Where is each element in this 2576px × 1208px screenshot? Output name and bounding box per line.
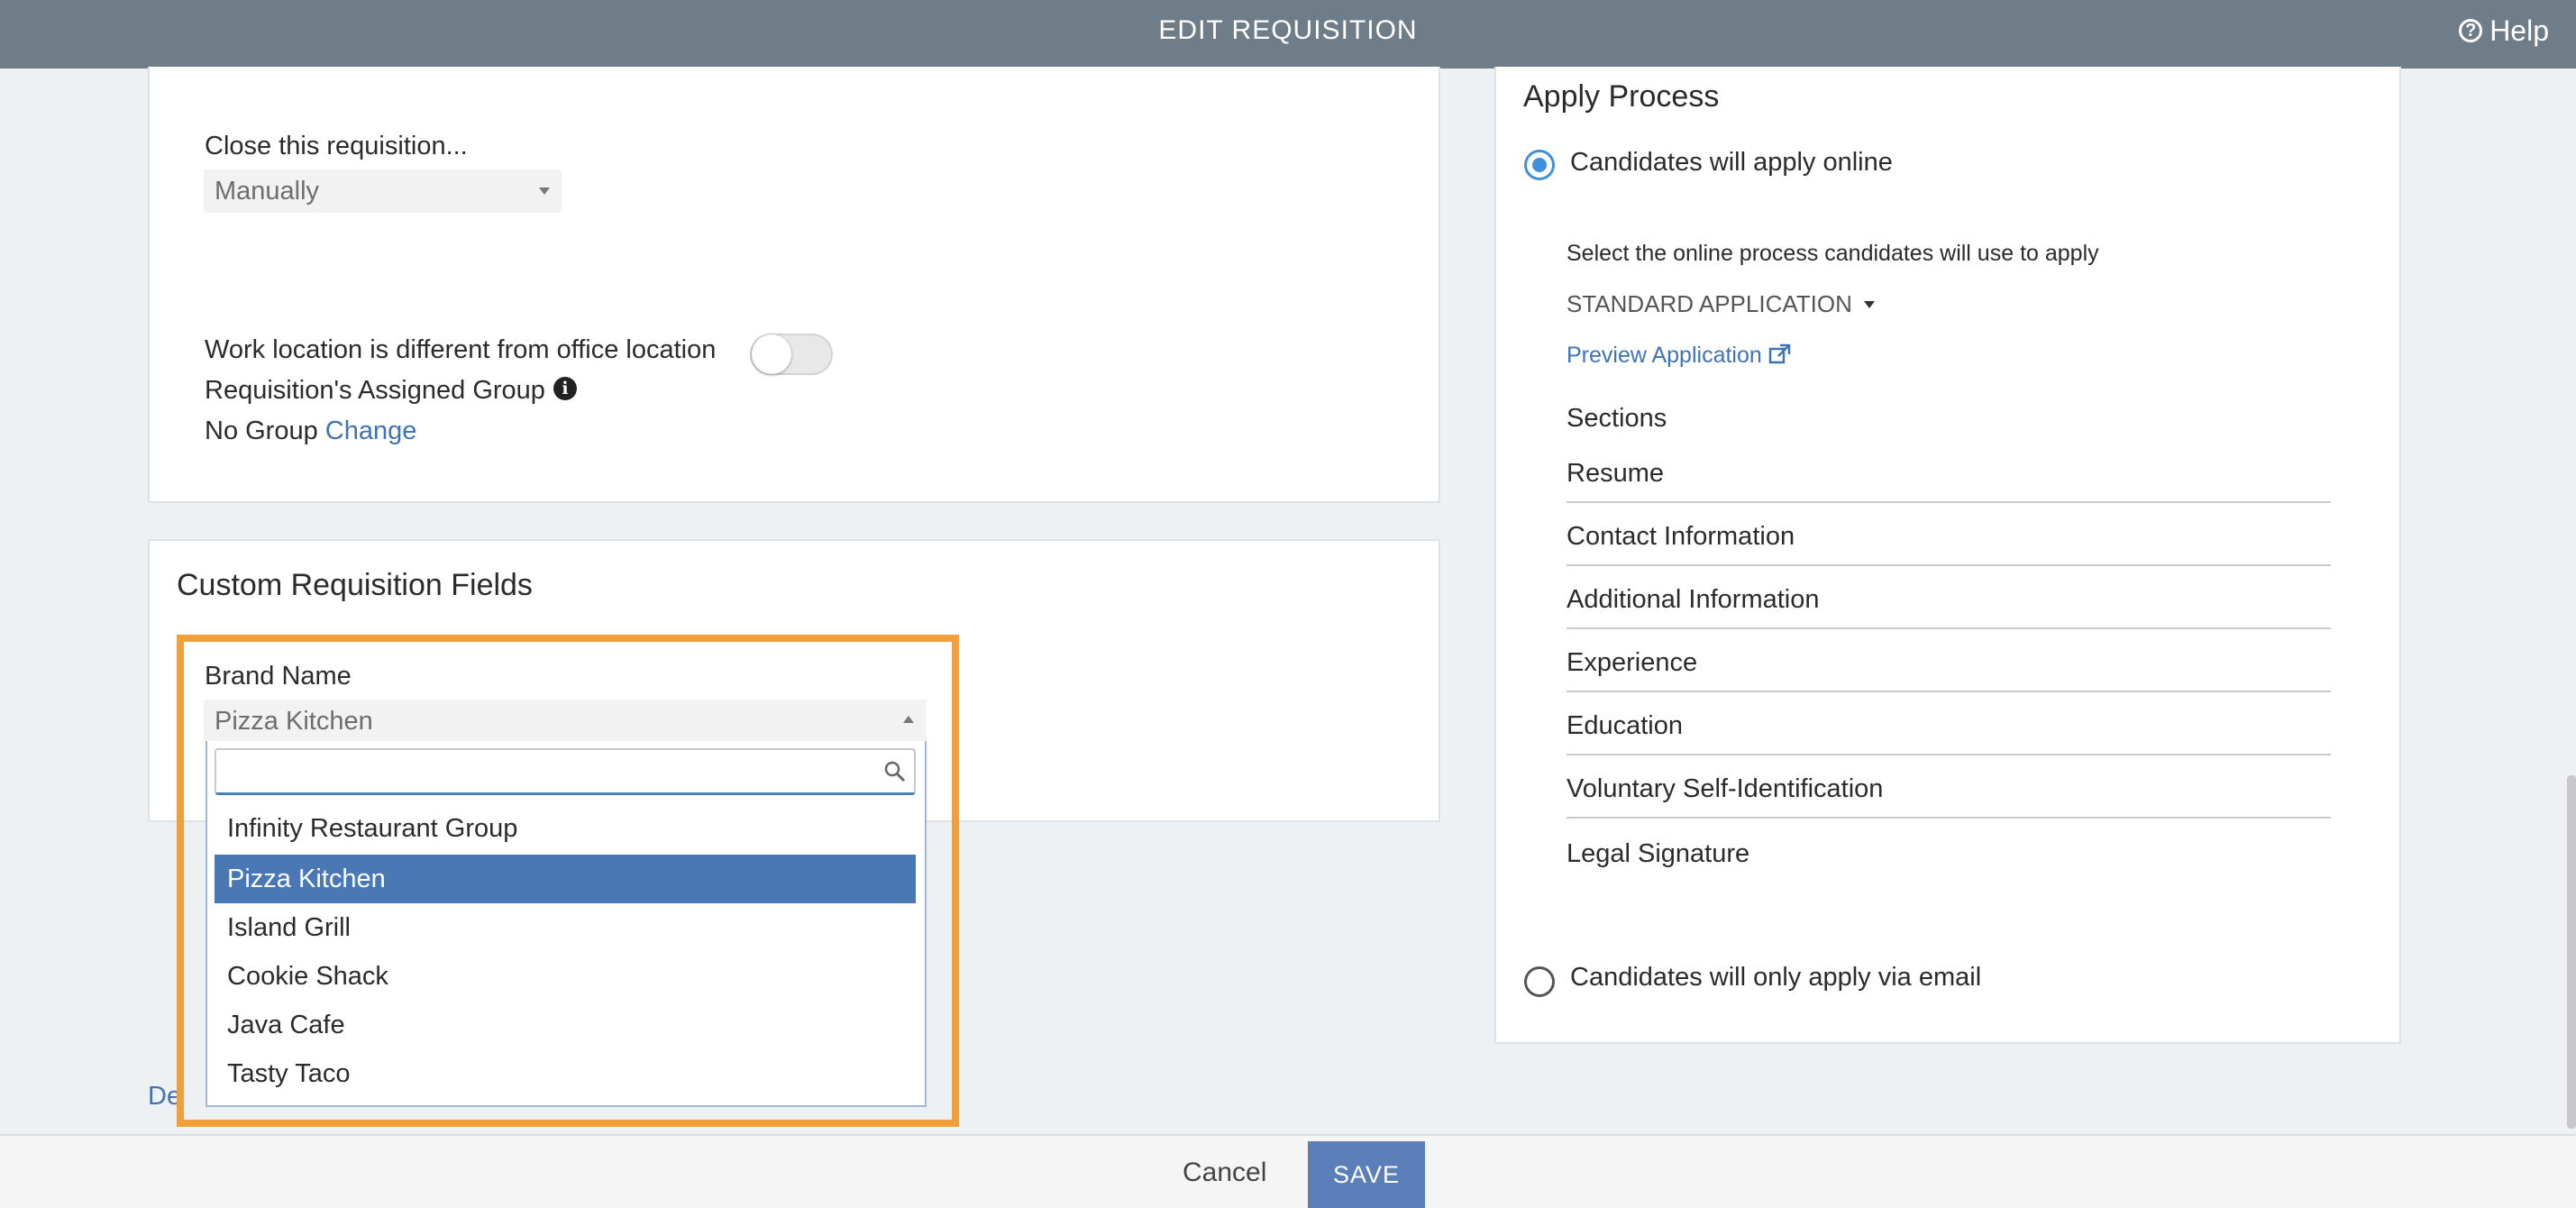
- section-name: Experience: [1567, 648, 1698, 677]
- brand-option-selected[interactable]: Pizza Kitchen: [215, 855, 916, 903]
- brand-name-select[interactable]: Pizza Kitchen: [204, 700, 927, 743]
- brand-option[interactable]: Tasty Taco: [215, 1049, 916, 1098]
- brand-option[interactable]: Java Cafe: [215, 1001, 916, 1049]
- apply-process-title: Apply Process: [1523, 79, 1720, 114]
- brand-search-input[interactable]: [215, 748, 916, 795]
- brand-name-dropdown: Infinity Restaurant Group Pizza Kitchen …: [206, 741, 927, 1107]
- section-name: Voluntary Self-Identification: [1567, 774, 1884, 803]
- process-select[interactable]: STANDARD APPLICATION: [1567, 290, 1876, 318]
- group-value: No Group: [205, 416, 318, 445]
- question-circle-icon: ?: [2459, 19, 2483, 42]
- brand-option[interactable]: Infinity Restaurant Group: [215, 804, 916, 853]
- sections-title: Sections: [1567, 404, 1667, 433]
- section-name: Education: [1567, 711, 1683, 740]
- page-title: EDIT REQUISITION: [1158, 15, 1418, 45]
- preview-application-label: Preview Application: [1567, 343, 1762, 368]
- section-row: Legal Signature: [1567, 819, 2331, 882]
- section-name: Contact Information: [1567, 522, 1795, 551]
- close-requisition-value: Manually: [215, 176, 320, 206]
- custom-fields-title: Custom Requisition Fields: [177, 568, 533, 602]
- process-value: STANDARD APPLICATION: [1567, 290, 1852, 317]
- section-name: Resume: [1567, 459, 1664, 488]
- apply-email-radio[interactable]: [1524, 966, 1555, 997]
- close-requisition-label: Close this requisition...: [205, 132, 468, 160]
- delete-requisition-link[interactable]: De: [148, 1082, 181, 1112]
- external-link-icon: [1768, 343, 1790, 364]
- info-icon[interactable]: i: [553, 377, 577, 400]
- caret-down-icon: [1864, 301, 1876, 308]
- search-icon: [884, 761, 906, 782]
- top-bar: EDIT REQUISITION ? Help: [0, 0, 2576, 69]
- section-row: Experience: [1567, 629, 2331, 692]
- toggle-knob: [752, 334, 791, 374]
- preview-application-link[interactable]: Preview Application: [1567, 343, 1792, 369]
- group-value-row: No Group Change: [205, 416, 416, 446]
- brand-option[interactable]: Island Grill: [215, 903, 916, 952]
- section-name: Additional Information: [1567, 585, 1820, 614]
- apply-online-radio[interactable]: [1524, 150, 1555, 180]
- close-requisition-select[interactable]: Manually: [204, 169, 562, 213]
- apply-email-label: Candidates will only apply via email: [1570, 963, 1982, 992]
- section-row: Education: [1567, 692, 2331, 755]
- footer-bar: [0, 1134, 2576, 1208]
- save-button[interactable]: SAVE: [1308, 1141, 1425, 1208]
- apply-online-label: Candidates will apply online: [1570, 148, 1893, 177]
- select-process-label: Select the online process candidates wil…: [1567, 241, 2099, 266]
- section-row: Resume: [1567, 440, 2331, 503]
- section-name: Legal Signature: [1567, 839, 1750, 868]
- section-row: Contact Information: [1567, 503, 2331, 566]
- work-location-toggle[interactable]: [750, 334, 833, 375]
- work-location-label: Work location is different from office l…: [205, 335, 717, 364]
- brand-name-label: Brand Name: [205, 662, 352, 691]
- help-button[interactable]: ? Help: [2459, 13, 2549, 49]
- section-row: Additional Information: [1567, 566, 2331, 629]
- chevron-up-icon: [903, 716, 914, 723]
- help-label: Help: [2489, 14, 2549, 47]
- cancel-button[interactable]: Cancel: [1183, 1158, 1266, 1188]
- assigned-group-label: Requisition's Assigned Group: [205, 376, 545, 405]
- chevron-down-icon: [539, 188, 550, 195]
- page-scrollbar[interactable]: [2567, 775, 2576, 1129]
- change-group-link[interactable]: Change: [325, 416, 417, 445]
- section-row: Voluntary Self-Identification: [1567, 755, 2331, 819]
- brand-name-value: Pizza Kitchen: [215, 706, 373, 736]
- brand-option[interactable]: Cookie Shack: [215, 952, 916, 1001]
